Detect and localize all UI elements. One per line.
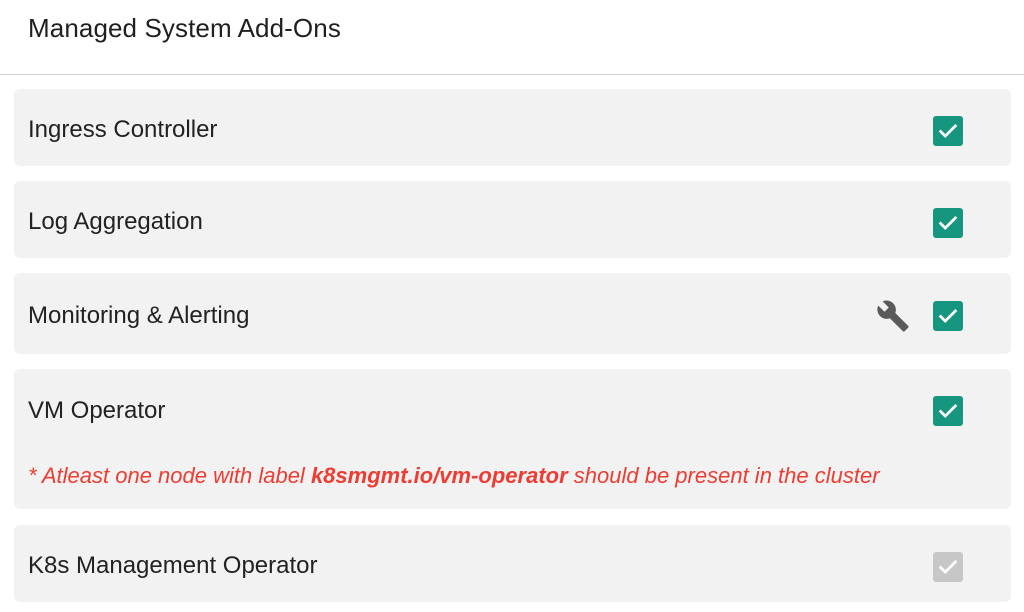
check-icon [938, 216, 958, 230]
note-suffix: should be present in the cluster [567, 463, 880, 488]
addon-row-ingress-controller: Ingress Controller [14, 89, 1011, 166]
monitoring-alerting-checkbox[interactable] [933, 301, 963, 331]
node-label-highlight: k8smgmt.io/vm-operator [310, 463, 568, 488]
vm-operator-checkbox[interactable] [933, 396, 963, 426]
k8s-management-operator-checkbox [933, 552, 963, 582]
log-aggregation-checkbox[interactable] [933, 208, 963, 238]
addon-row-monitoring-alerting: Monitoring & Alerting [14, 273, 1011, 354]
vm-operator-requirement-note: * Atleast one node with label k8smgmt.io… [28, 463, 880, 489]
wrench-icon[interactable] [876, 299, 910, 333]
ingress-controller-checkbox[interactable] [933, 116, 963, 146]
check-icon [938, 124, 958, 138]
note-prefix: * Atleast one node with label [28, 463, 311, 488]
check-icon [938, 404, 958, 418]
page-title: Managed System Add-Ons [28, 13, 341, 43]
addon-label: Monitoring & Alerting [28, 302, 250, 329]
page-header: Managed System Add-Ons [0, 0, 1024, 75]
addon-label: K8s Management Operator [28, 552, 318, 579]
addon-label: VM Operator [28, 397, 166, 424]
addon-row-k8s-management-operator: K8s Management Operator [14, 525, 1011, 602]
addon-row-vm-operator: VM Operator * Atleast one node with labe… [14, 369, 1011, 509]
check-icon [938, 309, 958, 323]
addon-row-log-aggregation: Log Aggregation [14, 181, 1011, 258]
addon-label: Log Aggregation [28, 208, 203, 235]
check-icon [938, 560, 958, 574]
addon-label: Ingress Controller [28, 116, 218, 143]
